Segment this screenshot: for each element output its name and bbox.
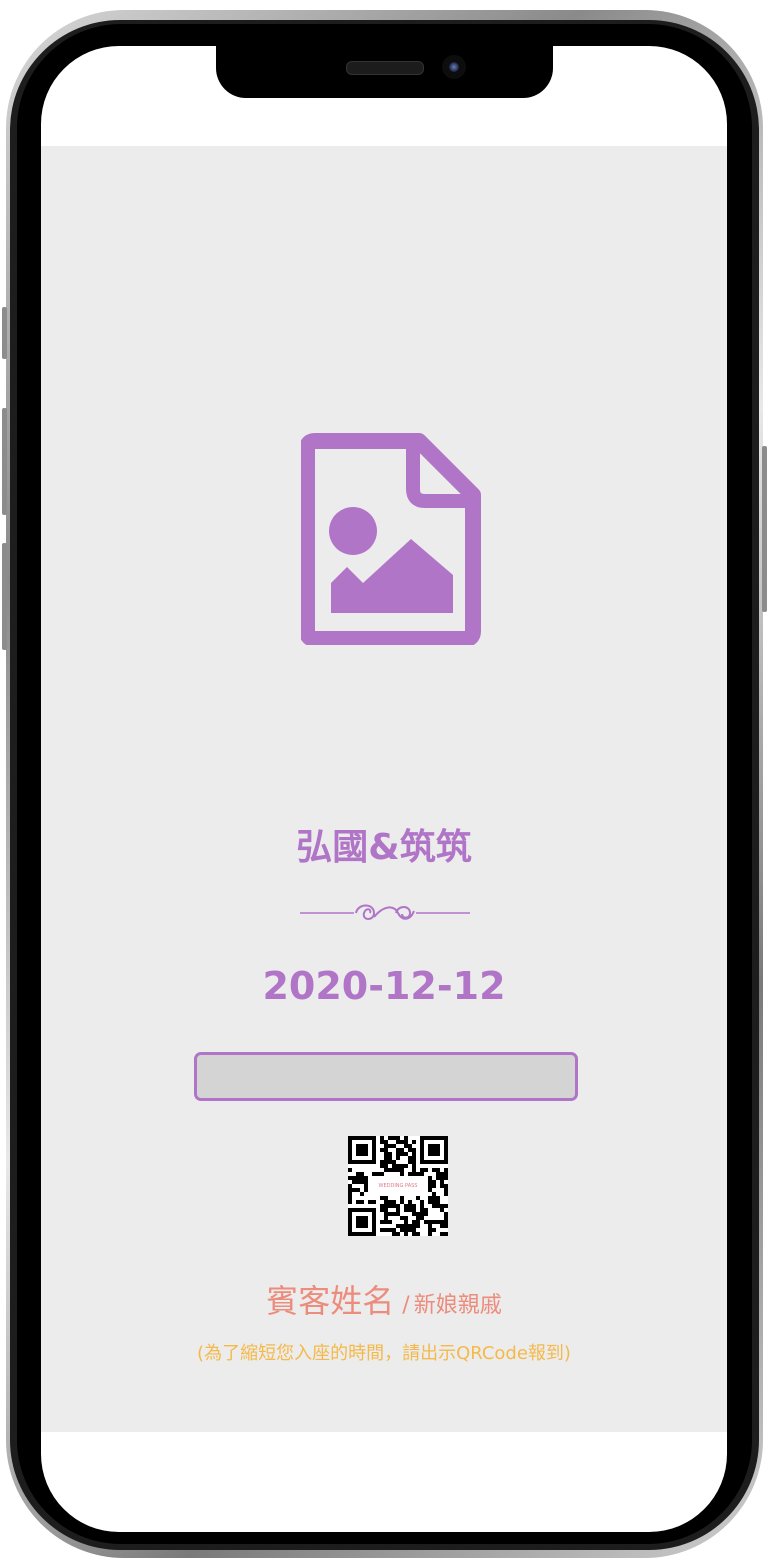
wedding-date: 2020-12-12: [262, 964, 506, 1008]
invitation-card: 弘國&筑筑 2020-12-12 WEDDING PASS 賓客姓名 / 新娘親戚 …: [41, 146, 727, 1432]
guest-relation: 新娘親戚: [413, 1293, 502, 1318]
silent-switch: [2, 307, 7, 359]
guest-info: 賓客姓名 / 新娘親戚: [41, 1276, 727, 1322]
power-button: [762, 446, 767, 612]
image-file-icon: [301, 433, 481, 645]
guest-name-field[interactable]: [194, 1052, 578, 1101]
couple-names: 弘國&筑筑: [296, 827, 472, 868]
checkin-hint: (為了縮短您入座的時間，請出示QRCode報到): [197, 1343, 571, 1364]
volume-up-button: [2, 408, 7, 515]
front-camera-icon: [442, 55, 466, 79]
guest-separator: /: [402, 1293, 410, 1318]
qr-code-icon: WEDDING PASS: [348, 1136, 448, 1236]
qr-logo-label: WEDDING PASS: [368, 1178, 428, 1194]
guest-name: 賓客姓名: [266, 1282, 395, 1320]
volume-down-button: [2, 543, 7, 650]
flourish-divider-icon: [300, 904, 470, 920]
earpiece-speaker: [346, 61, 424, 75]
